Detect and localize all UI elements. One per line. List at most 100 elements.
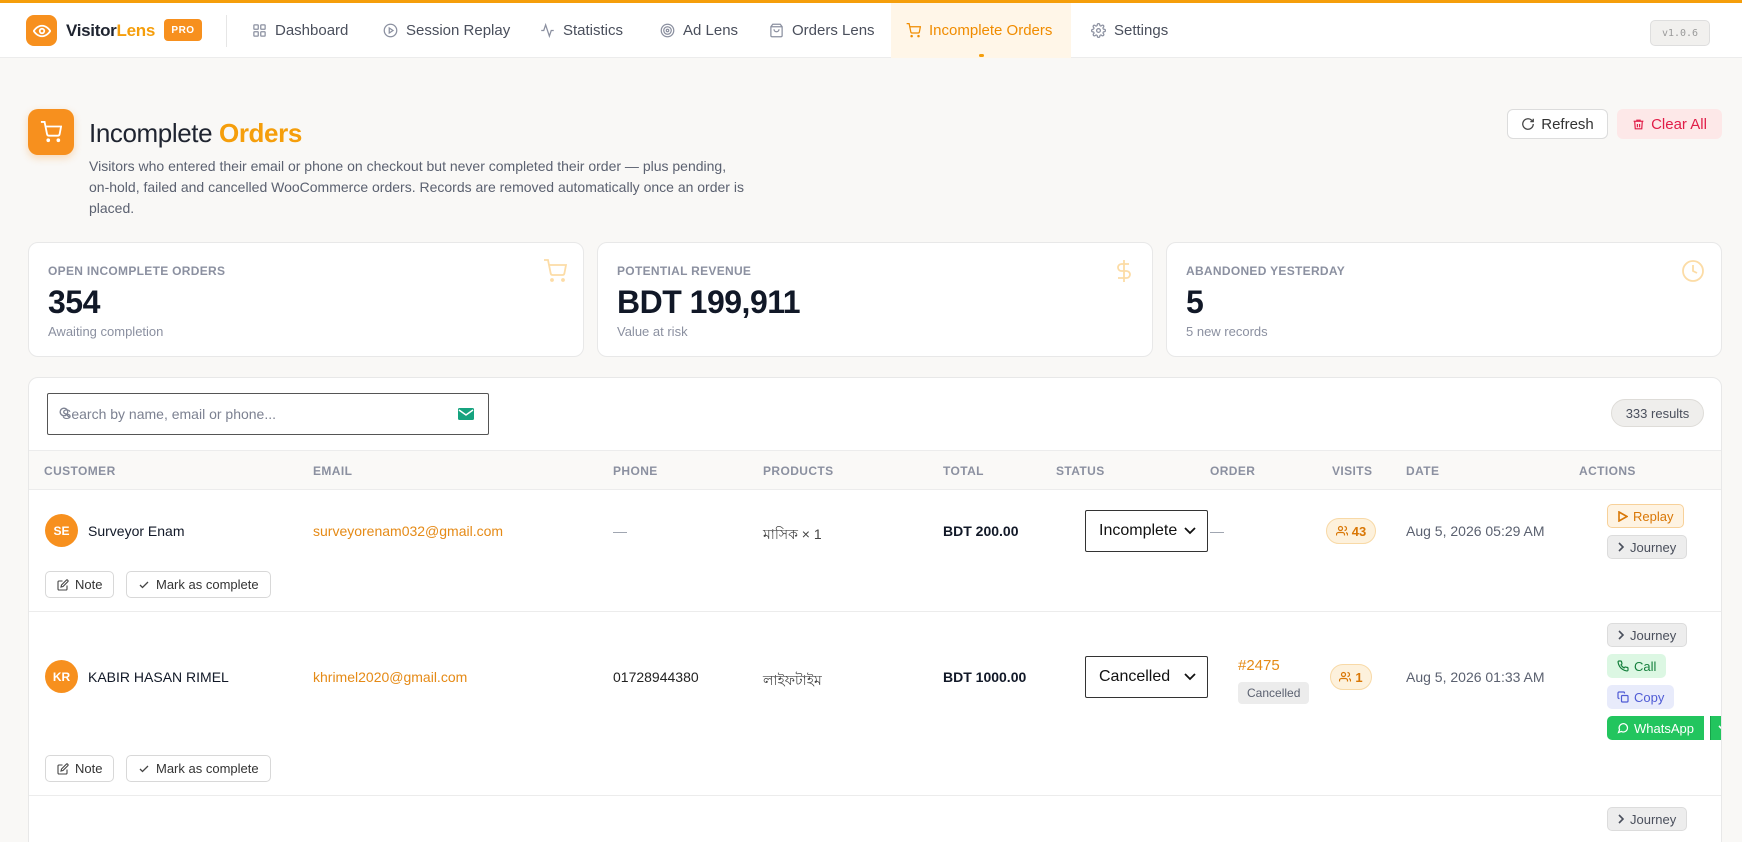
chevron-down-icon — [1718, 725, 1721, 730]
whatsapp-label: WhatsApp — [1634, 720, 1694, 736]
stat-value: 354 — [48, 284, 100, 320]
visits-badge[interactable]: 43 — [1326, 518, 1376, 544]
column-header: DATE — [1406, 464, 1440, 478]
order-total: BDT 1000.00 — [943, 669, 1027, 685]
journey-label: Journey — [1630, 627, 1677, 643]
order-total: BDT 200.00 — [943, 523, 1019, 539]
edit-icon — [57, 762, 69, 775]
customer-name: KABIR HASAN RIMEL — [88, 669, 229, 685]
nav-ad-lens[interactable]: Ad Lens — [660, 3, 738, 58]
column-header: ORDER — [1210, 464, 1256, 478]
journey-button[interactable]: Journey — [1607, 535, 1688, 559]
nav-statistics[interactable]: Statistics — [540, 3, 623, 58]
clock-icon — [1682, 260, 1704, 282]
visits-badge[interactable]: 1 — [1330, 664, 1372, 690]
search-input[interactable]: Search by name, email or phone... — [47, 393, 489, 435]
users-icon — [1335, 525, 1348, 536]
nav-label: Settings — [1114, 22, 1169, 39]
call-label: Call — [1634, 658, 1657, 674]
order-link[interactable]: #2475 — [1238, 657, 1280, 674]
chevron-down-icon — [1184, 527, 1196, 535]
order-status-badge: Cancelled — [1238, 682, 1310, 704]
customer-phone: 01728944380 — [613, 669, 699, 685]
stat-card-abandoned-yesterday: ABANDONED YESTERDAY 5 5 new records — [1166, 242, 1722, 357]
nav-dashboard[interactable]: Dashboard — [252, 3, 348, 58]
journey-label: Journey — [1630, 539, 1677, 555]
column-header: STATUS — [1056, 464, 1105, 478]
chevron-right-icon — [1618, 630, 1625, 640]
copy-icon — [1617, 691, 1629, 703]
products: লাইফটাইম — [763, 672, 822, 688]
copy-label: Copy — [1634, 689, 1665, 705]
nav-settings[interactable]: Settings — [1091, 3, 1168, 58]
note-label: Note — [75, 577, 103, 592]
order-date: Aug 5, 2026 01:33 AM — [1406, 669, 1545, 685]
cart-icon — [28, 109, 74, 155]
gear-icon — [1091, 23, 1106, 38]
call-button[interactable]: Call — [1607, 654, 1667, 678]
version-badge: v1.0.6 — [1650, 20, 1710, 46]
status-select-value: Cancelled — [1099, 668, 1171, 685]
stat-card-open-orders: OPEN INCOMPLETE ORDERS 354 Awaiting comp… — [28, 242, 584, 357]
app-name-part2: Lens — [116, 21, 156, 40]
column-header: PHONE — [613, 464, 658, 478]
stat-value: BDT 199,911 — [617, 284, 801, 320]
grid-icon — [253, 24, 266, 37]
stat-label: ABANDONED YESTERDAY — [1186, 264, 1346, 278]
app-name[interactable]: VisitorLens — [66, 21, 155, 41]
nav-label: Ad Lens — [683, 22, 739, 39]
refresh-icon — [1522, 118, 1535, 130]
products: মাসিক × 1 — [763, 526, 822, 542]
column-header: CUSTOMER — [44, 464, 116, 478]
page-title-part2: Orders — [219, 118, 302, 148]
note-button[interactable]: Note — [45, 571, 115, 598]
trash-icon — [1633, 119, 1644, 129]
dollar-icon — [1117, 260, 1131, 282]
table-row: Journey — [29, 796, 1721, 842]
column-header: VISITS — [1332, 464, 1373, 478]
table-row: KR KABIR HASAN RIMEL khrimel2020@gmail.c… — [29, 612, 1721, 796]
status-select[interactable]: Cancelled — [1085, 656, 1208, 698]
clear-all-button[interactable]: Clear All — [1617, 109, 1722, 139]
users-icon — [1339, 671, 1352, 682]
column-header: TOTAL — [943, 464, 984, 478]
nav-orders-lens[interactable]: Orders Lens — [769, 3, 875, 58]
nav-session-replay[interactable]: Session Replay — [383, 3, 510, 58]
app-name-part1: Visitor — [66, 21, 117, 40]
mark-complete-button[interactable]: Mark as complete — [126, 571, 271, 598]
journey-label: Journey — [1630, 811, 1677, 827]
refresh-label: Refresh — [1541, 115, 1594, 133]
replay-label: Replay — [1633, 508, 1674, 524]
journey-button[interactable]: Journey — [1607, 623, 1688, 647]
order-date: Aug 5, 2026 05:29 AM — [1406, 523, 1545, 539]
nav-label: Session Replay — [406, 22, 511, 39]
mark-complete-label: Mark as complete — [156, 761, 259, 776]
whatsapp-dropdown-button[interactable] — [1710, 716, 1721, 740]
whatsapp-button[interactable]: WhatsApp — [1607, 716, 1704, 740]
nav-incomplete-orders[interactable]: Incomplete Orders — [891, 3, 1071, 58]
customer-email[interactable]: khrimel2020@gmail.com — [313, 669, 467, 685]
stat-subtext: Value at risk — [617, 324, 688, 339]
target-icon — [660, 23, 675, 38]
status-select[interactable]: Incomplete — [1085, 510, 1208, 552]
page-description: Visitors who entered their email or phon… — [89, 158, 744, 216]
table-row: SE Surveyor Enam surveyorenam032@gmail.c… — [29, 490, 1721, 612]
avatar: KR — [45, 660, 78, 693]
results-count: 333 results — [1611, 399, 1704, 427]
customer-email[interactable]: surveyorenam032@gmail.com — [313, 523, 503, 539]
stat-card-potential-revenue: POTENTIAL REVENUE BDT 199,911 Value at r… — [597, 242, 1153, 357]
page-title-part1: Incomplete — [89, 118, 213, 148]
note-button[interactable]: Note — [45, 755, 115, 782]
journey-button[interactable]: Journey — [1607, 807, 1688, 831]
mail-icon[interactable] — [458, 407, 474, 421]
stat-subtext: Awaiting completion — [48, 324, 164, 339]
copy-button[interactable]: Copy — [1607, 685, 1675, 709]
cart-icon — [906, 23, 921, 38]
mark-complete-button[interactable]: Mark as complete — [126, 755, 271, 782]
refresh-button[interactable]: Refresh — [1507, 109, 1608, 139]
bag-icon — [770, 23, 783, 38]
visits-count: 43 — [1351, 523, 1367, 539]
table-header: CUSTOMER EMAIL PHONE PRODUCTS TOTAL STAT… — [29, 450, 1721, 490]
eye-logo-icon[interactable] — [26, 15, 57, 46]
replay-button[interactable]: Replay — [1607, 504, 1685, 528]
